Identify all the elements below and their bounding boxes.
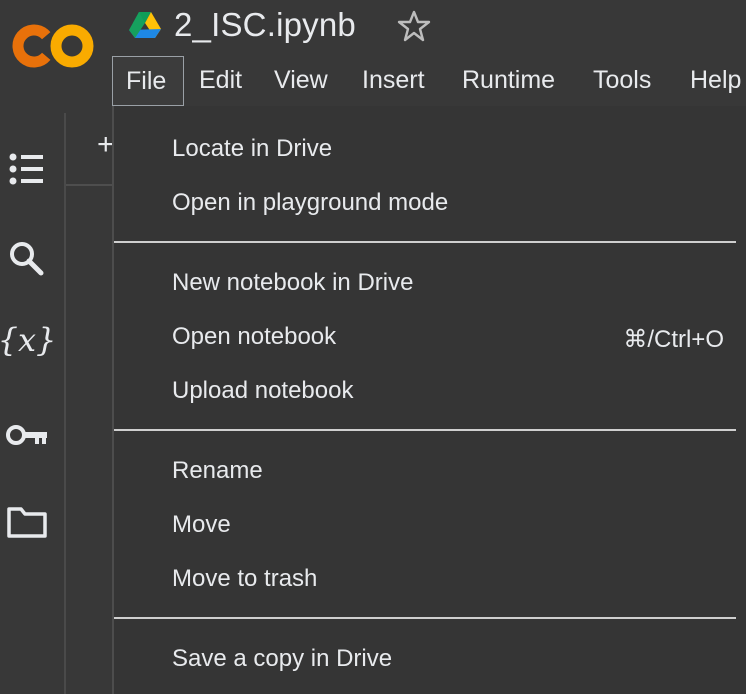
- menu-file[interactable]: File: [112, 56, 184, 106]
- menu-edit[interactable]: Edit: [186, 56, 255, 106]
- menu-separator: [114, 429, 736, 431]
- variables-icon[interactable]: {x}: [0, 321, 56, 359]
- menu-insert[interactable]: Insert: [349, 56, 438, 106]
- menu-item-upload-notebook[interactable]: Upload notebook: [172, 377, 353, 405]
- file-menu-dropdown: Locate in Drive Open in playground mode …: [112, 106, 746, 694]
- menu-bar: File Edit View Insert Runtime Tools Help: [112, 56, 746, 106]
- menu-view[interactable]: View: [261, 56, 341, 106]
- menu-help[interactable]: Help: [677, 56, 746, 106]
- menu-item-new-notebook[interactable]: New notebook in Drive: [172, 269, 413, 297]
- menu-item-open-notebook[interactable]: Open notebook: [172, 323, 336, 351]
- colab-logo-icon[interactable]: [12, 18, 96, 74]
- key-icon[interactable]: [0, 421, 54, 449]
- open-notebook-shortcut: ⌘/Ctrl+O: [623, 326, 724, 353]
- menu-separator: [114, 241, 736, 243]
- menu-tools[interactable]: Tools: [580, 56, 664, 106]
- menu-item-rename[interactable]: Rename: [172, 457, 263, 485]
- left-sidebar: {x}: [0, 113, 64, 694]
- menu-item-locate-in-drive[interactable]: Locate in Drive: [172, 135, 332, 163]
- folder-icon[interactable]: [0, 503, 54, 539]
- menu-item-save-copy[interactable]: Save a copy in Drive: [172, 645, 392, 673]
- table-of-contents-icon[interactable]: [0, 151, 54, 187]
- menu-item-move-to-trash[interactable]: Move to trash: [172, 565, 317, 593]
- top-bar: 2_ISC.ipynb File Edit View Insert Runtim…: [0, 0, 746, 113]
- google-drive-icon[interactable]: [128, 10, 162, 40]
- menu-item-open-playground[interactable]: Open in playground mode: [172, 189, 448, 217]
- menu-item-move[interactable]: Move: [172, 511, 231, 539]
- menu-separator: [114, 617, 736, 619]
- star-outline-icon[interactable]: [397, 9, 431, 43]
- notebook-title[interactable]: 2_ISC.ipynb: [174, 6, 356, 44]
- search-icon[interactable]: [0, 239, 54, 279]
- menu-runtime[interactable]: Runtime: [449, 56, 568, 106]
